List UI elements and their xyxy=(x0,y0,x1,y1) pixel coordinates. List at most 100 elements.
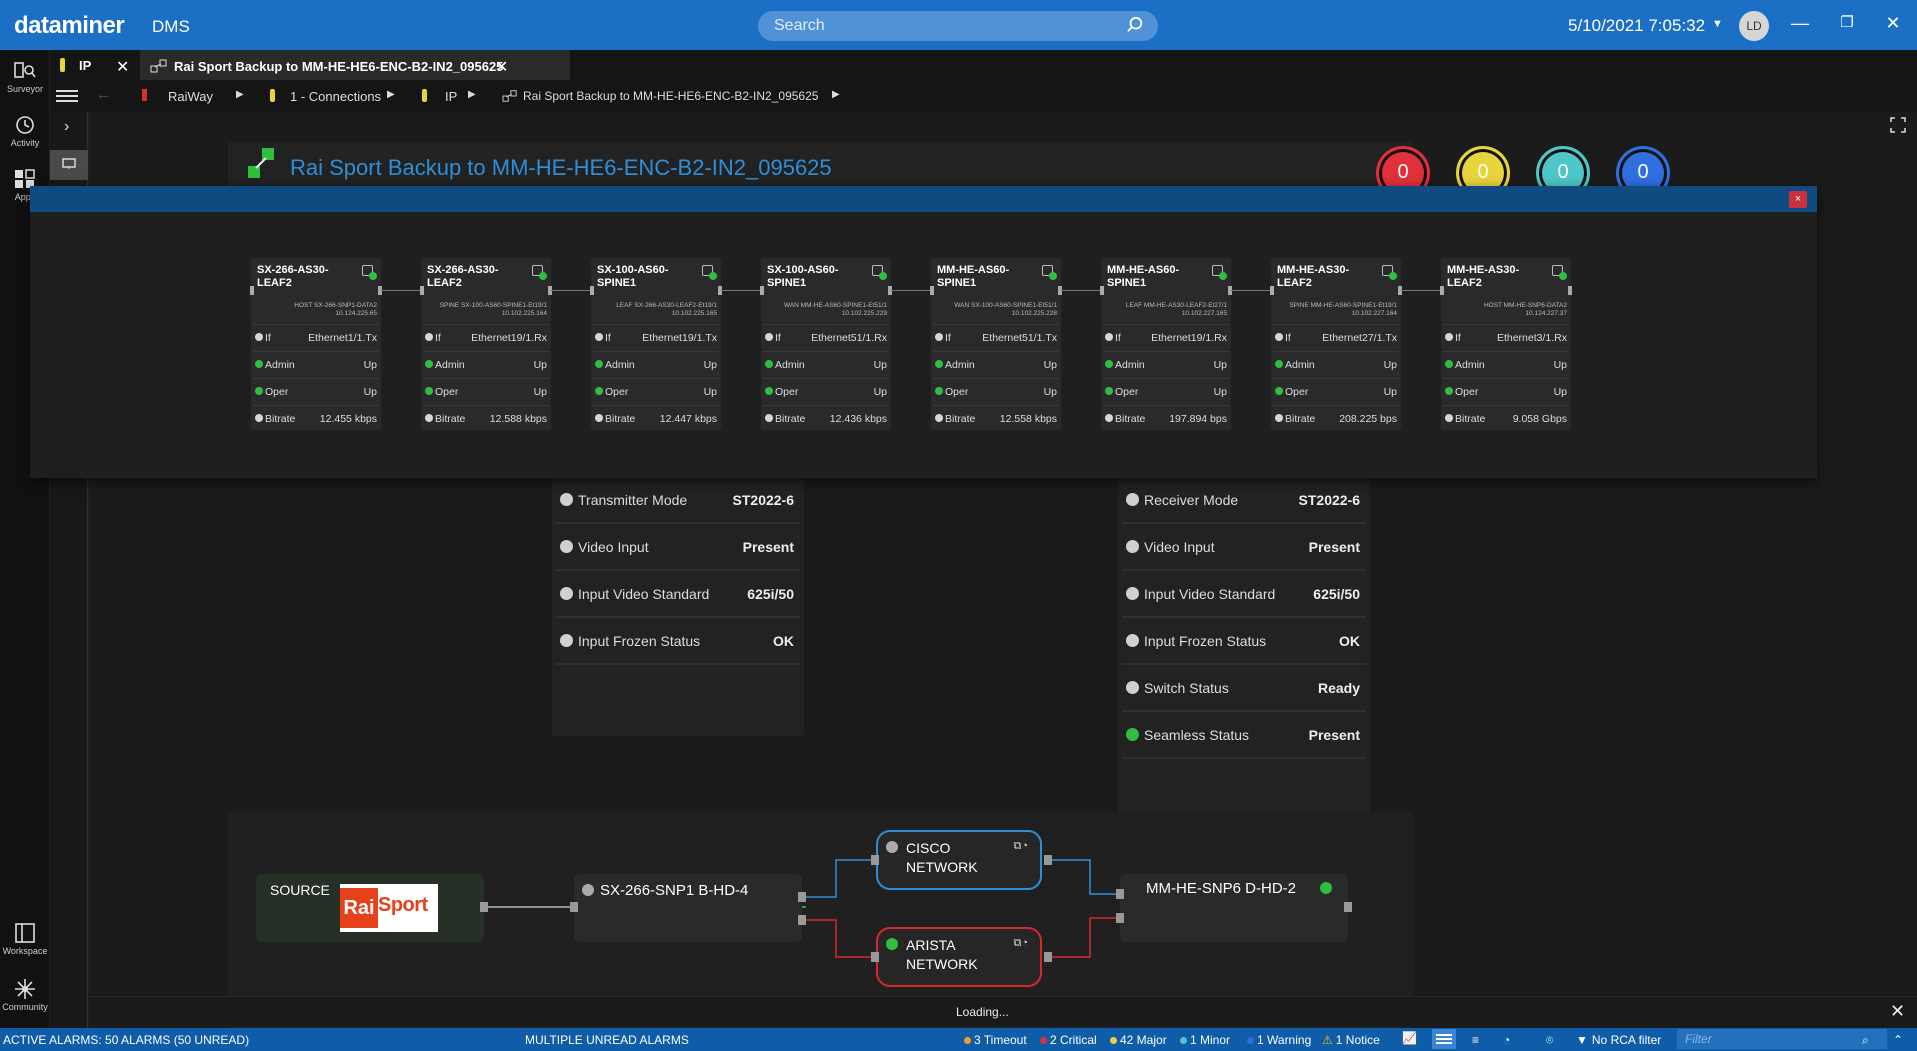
search-input[interactable]: Search xyxy=(758,11,1158,41)
hamburger-icon[interactable] xyxy=(56,87,78,105)
hop-card[interactable]: MM-HE-AS60-SPINE1 LEAF MM-HE-AS30-LEAF2-E… xyxy=(1100,258,1232,430)
focus-icon[interactable]: ⌾ xyxy=(1546,1033,1553,1048)
hop-desc-line: HOST MM-HE-SNP6-DATA2 xyxy=(1483,302,1567,309)
port[interactable] xyxy=(798,892,806,902)
element-card-icon[interactable] xyxy=(362,265,377,280)
port[interactable] xyxy=(871,952,879,962)
search-icon[interactable]: ⌕ xyxy=(1862,1033,1869,1048)
chevron-right-icon[interactable]: › xyxy=(64,118,69,136)
hop-link xyxy=(551,290,591,291)
pie-icon[interactable]: ◔ xyxy=(1503,1033,1510,1047)
breadcrumb-item[interactable]: Rai Sport Backup to MM-HE-HE6-ENC-B2-IN2… xyxy=(523,89,818,103)
link-icon[interactable]: ⧉◔ xyxy=(1014,840,1029,853)
breadcrumb-item[interactable]: RaiWay xyxy=(168,89,213,104)
port[interactable] xyxy=(480,902,488,912)
nav-surveyor[interactable]: Surveyor xyxy=(0,60,50,94)
element-card-icon[interactable] xyxy=(1042,265,1057,280)
encoder-node[interactable]: SX-266-SNP1 B-HD-4 xyxy=(574,874,802,942)
sort-icon[interactable]: ≡ xyxy=(1472,1033,1479,1047)
hop-row-admin: Admin Up xyxy=(933,351,1059,377)
tab-close-icon[interactable]: ✕ xyxy=(495,57,508,77)
element-card-icon[interactable] xyxy=(1382,265,1397,280)
element-card-icon[interactable] xyxy=(872,265,887,280)
hop-row-value: Up xyxy=(873,359,887,371)
port[interactable] xyxy=(798,915,806,925)
list-view-icon[interactable] xyxy=(1432,1029,1456,1049)
hop-card[interactable]: SX-266-AS30-LEAF2 HOST SX-266-SNP1-DATA2 1… xyxy=(250,258,382,430)
timeout-count[interactable]: 3 Timeout xyxy=(964,1033,1027,1047)
hop-link xyxy=(891,290,931,291)
major-dot xyxy=(1110,1037,1117,1044)
nav-activity[interactable]: Activity xyxy=(0,114,50,148)
param-value: 625i/50 xyxy=(1313,586,1360,602)
chevron-up-icon[interactable]: ⌃ xyxy=(1893,1033,1903,1047)
element-card-icon[interactable] xyxy=(702,265,717,280)
hop-row-if: If Ethernet51/1.Tx xyxy=(933,324,1059,350)
hop-card[interactable]: SX-100-AS60-SPINE1 WAN MM-HE-AS60-SPINE1-… xyxy=(760,258,892,430)
port[interactable] xyxy=(570,902,578,912)
close-button[interactable]: × xyxy=(1789,191,1807,208)
breadcrumb-item[interactable]: IP xyxy=(445,89,457,104)
monitor-icon[interactable] xyxy=(50,150,88,180)
avatar[interactable]: LD xyxy=(1739,11,1769,41)
restore-icon[interactable]: ❐ xyxy=(1836,12,1858,34)
decoder-node[interactable]: MM-HE-SNP6 D-HD-2 xyxy=(1120,874,1348,942)
warning-count[interactable]: 1 Warning xyxy=(1247,1033,1311,1047)
critical-count[interactable]: 2 Critical xyxy=(1040,1033,1097,1047)
port[interactable] xyxy=(871,855,879,865)
hop-card[interactable]: SX-100-AS60-SPINE1 LEAF SX-266-AS30-LEAF2… xyxy=(590,258,722,430)
tab-close-icon[interactable]: ✕ xyxy=(116,57,129,77)
port[interactable] xyxy=(1044,855,1052,865)
breadcrumb-item[interactable]: 1 - Connections xyxy=(290,89,381,104)
rca-filter[interactable]: ▼ No RCA filter xyxy=(1576,1033,1661,1047)
minor-count[interactable]: 1 Minor xyxy=(1180,1033,1230,1047)
hop-row-value: 12.447 kbps xyxy=(659,413,717,425)
element-card-icon[interactable] xyxy=(1552,265,1567,280)
hop-card[interactable]: MM-HE-AS30-LEAF2 HOST MM-HE-SNP6-DATA2 10.… xyxy=(1440,258,1572,430)
chevron-down-icon[interactable]: ▼ xyxy=(1712,18,1723,30)
hop-desc-ip: 10.102.227.165 xyxy=(1181,310,1227,317)
port xyxy=(250,286,254,295)
hop-card[interactable]: SX-266-AS30-LEAF2 SPINE SX-100-AS60-SPINE… xyxy=(420,258,552,430)
port xyxy=(930,286,934,295)
cisco-network-node[interactable]: CISCO NETWORK ⧉◔ xyxy=(876,830,1042,890)
major-count[interactable]: 42 Major xyxy=(1110,1033,1167,1047)
hop-card[interactable]: MM-HE-AS60-SPINE1 WAN SX-100-AS60-SPINE1-… xyxy=(930,258,1062,430)
nav-community[interactable]: Community xyxy=(0,978,50,1012)
arista-network-node[interactable]: ARISTA NETWORK ⧉◔ xyxy=(876,927,1042,987)
transmitter-param-row: Transmitter Mode ST2022-6 xyxy=(556,477,800,524)
logo-sport: Sport xyxy=(378,894,428,916)
link-icon[interactable]: ⧉◔ xyxy=(1014,937,1029,950)
element-card-icon[interactable] xyxy=(532,265,547,280)
chevron-right-icon: ▶ xyxy=(468,89,476,100)
port[interactable] xyxy=(1116,913,1124,923)
source-node[interactable]: SOURCE Rai Sport xyxy=(256,874,484,942)
minimize-icon[interactable]: — xyxy=(1789,12,1811,34)
port[interactable] xyxy=(1116,889,1124,899)
title-bar: dataminer DMS Search 5/10/2021 7:05:32 ▼… xyxy=(0,0,1917,50)
status-dot xyxy=(1445,414,1453,422)
param-value: OK xyxy=(773,633,794,649)
hop-card[interactable]: MM-HE-AS30-LEAF2 SPINE MM-HE-AS60-SPINE1-… xyxy=(1270,258,1402,430)
hop-description: HOST SX-266-SNP1-DATA2 10.124.225.65 xyxy=(255,302,377,318)
filter-input[interactable]: Filter xyxy=(1677,1029,1887,1049)
clock[interactable]: 5/10/2021 7:05:32 xyxy=(1568,16,1705,36)
close-icon[interactable]: ✕ xyxy=(1890,1001,1905,1022)
hop-row-label: If xyxy=(945,332,951,344)
back-arrow-icon[interactable]: ← xyxy=(96,86,111,103)
element-card-icon[interactable] xyxy=(1212,265,1227,280)
nav-workspace[interactable]: Workspace xyxy=(0,922,50,956)
port[interactable] xyxy=(1344,902,1352,912)
search-icon[interactable] xyxy=(1126,16,1144,34)
param-label: Video Input xyxy=(1144,539,1215,555)
multiple-unread[interactable]: MULTIPLE UNREAD ALARMS xyxy=(525,1033,689,1047)
chart-icon[interactable]: 📈 xyxy=(1402,1031,1417,1045)
active-alarms[interactable]: ACTIVE ALARMS: 50 ALARMS (50 UNREAD) xyxy=(3,1033,249,1047)
close-icon[interactable]: ✕ xyxy=(1882,12,1904,34)
loading-bar: Loading... ✕ xyxy=(90,996,1917,1026)
hop-row-if: If Ethernet1/1.Tx xyxy=(253,324,379,350)
hop-row-label: Admin xyxy=(945,359,975,371)
notice-count[interactable]: ⚠ 1 Notice xyxy=(1322,1033,1380,1047)
fullscreen-icon[interactable] xyxy=(1890,117,1906,133)
port[interactable] xyxy=(1044,952,1052,962)
